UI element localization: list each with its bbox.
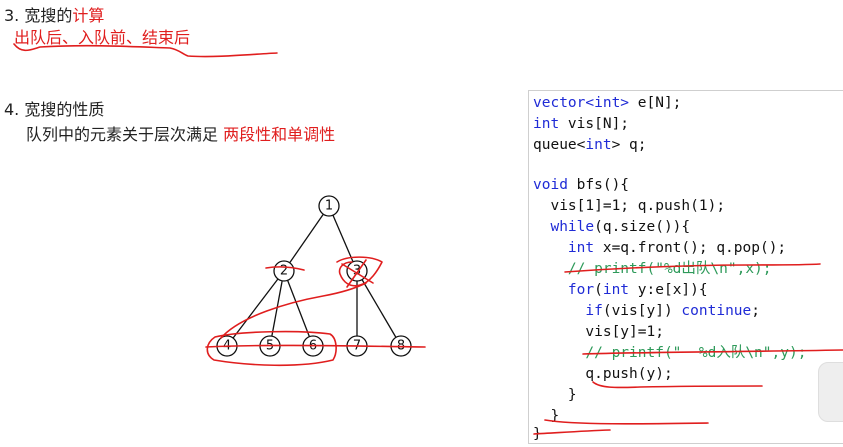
strike-comment-enqueue-ink (582, 349, 843, 355)
underline-end-while-ink (533, 429, 611, 435)
underline-end-for-ink (544, 419, 709, 425)
underline-subtitle-ink (13, 43, 278, 58)
scroll-handle[interactable] (818, 362, 843, 422)
underline-push-ink (592, 381, 763, 389)
annotation-layer: 1 2 3 4 5 6 7 8 (13, 43, 843, 435)
strike-comment-dequeue-ink (564, 263, 821, 273)
connector-3-to-group-ink (220, 282, 367, 339)
tree-edge (283, 205, 330, 272)
tree-edge (283, 270, 314, 347)
tree-edge (356, 270, 402, 347)
tree-node-label: 1 (325, 199, 333, 214)
tree-node-label: 2 (280, 264, 288, 279)
